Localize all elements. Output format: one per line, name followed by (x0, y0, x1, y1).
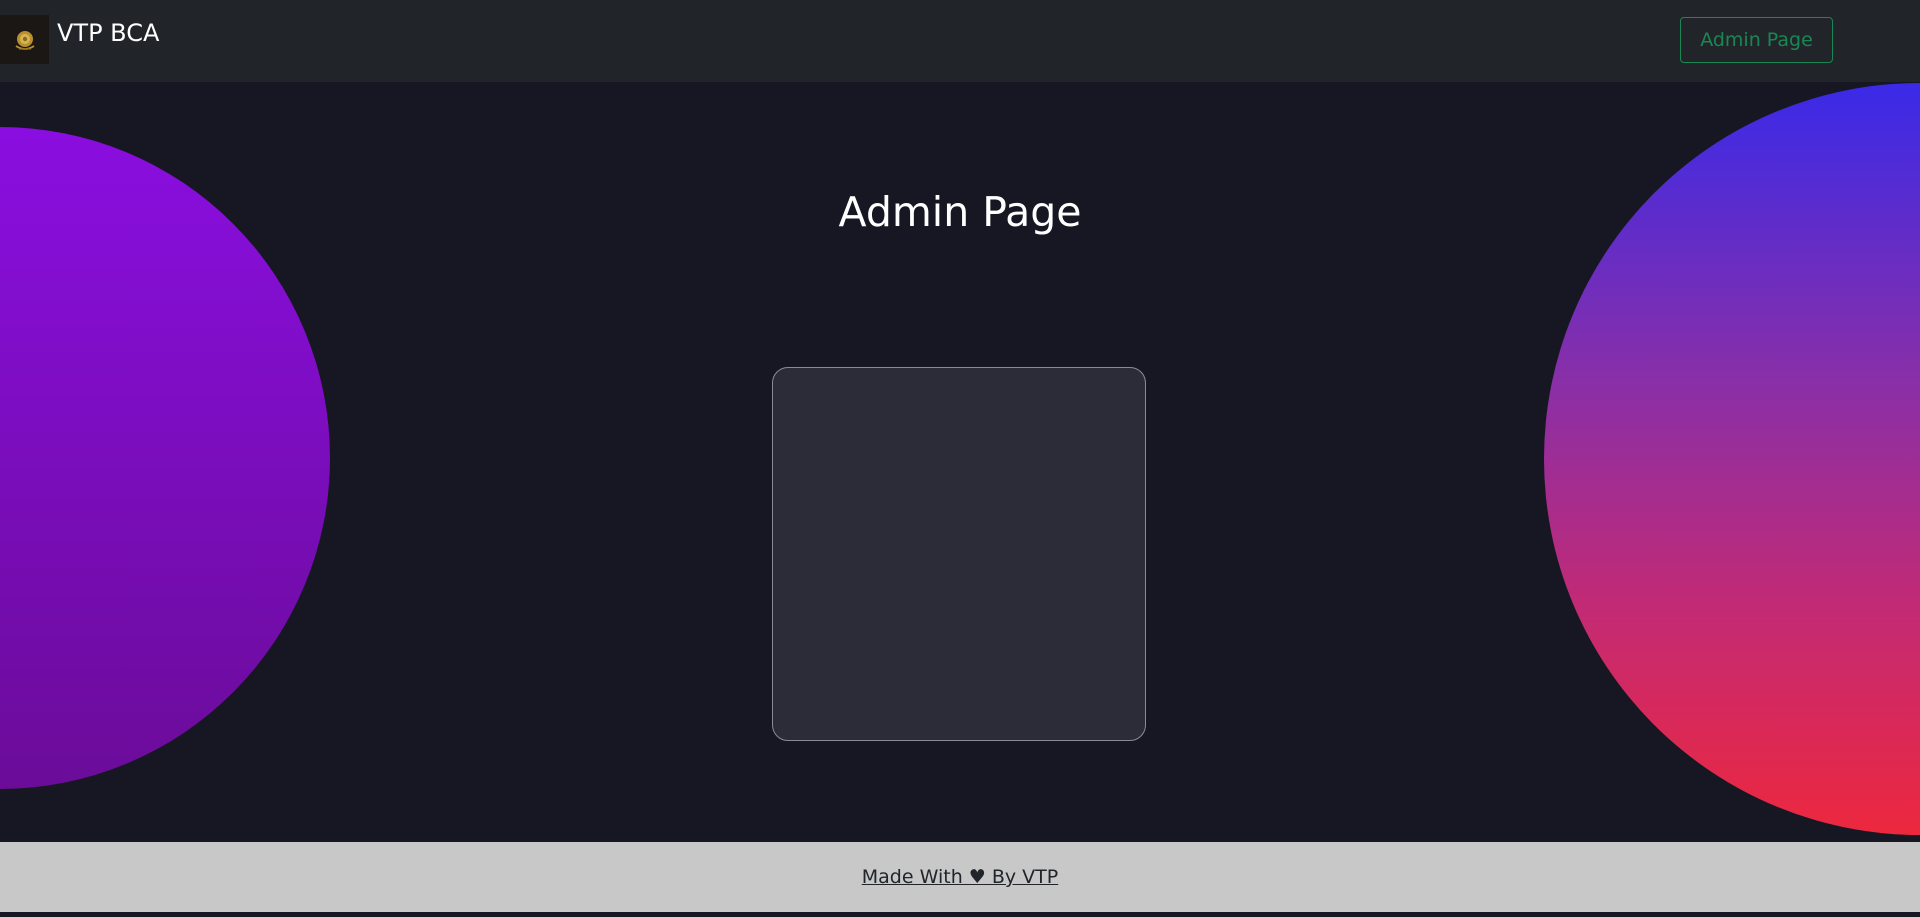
navbar: VTP BCA Admin Page (0, 0, 1920, 82)
page-title: Admin Page (838, 188, 1082, 236)
emblem-icon (15, 30, 34, 50)
brand-name[interactable]: VTP BCA (57, 17, 159, 49)
page: VTP BCA Admin Page Admin Page Made With … (0, 0, 1920, 917)
admin-page-button[interactable]: Admin Page (1680, 17, 1833, 63)
admin-card (772, 367, 1146, 741)
bottom-strip (0, 912, 1920, 917)
footer-credit-link[interactable]: Made With ♥ By VTP (862, 866, 1058, 888)
brand-logo[interactable] (0, 15, 49, 64)
footer: Made With ♥ By VTP (0, 842, 1920, 912)
